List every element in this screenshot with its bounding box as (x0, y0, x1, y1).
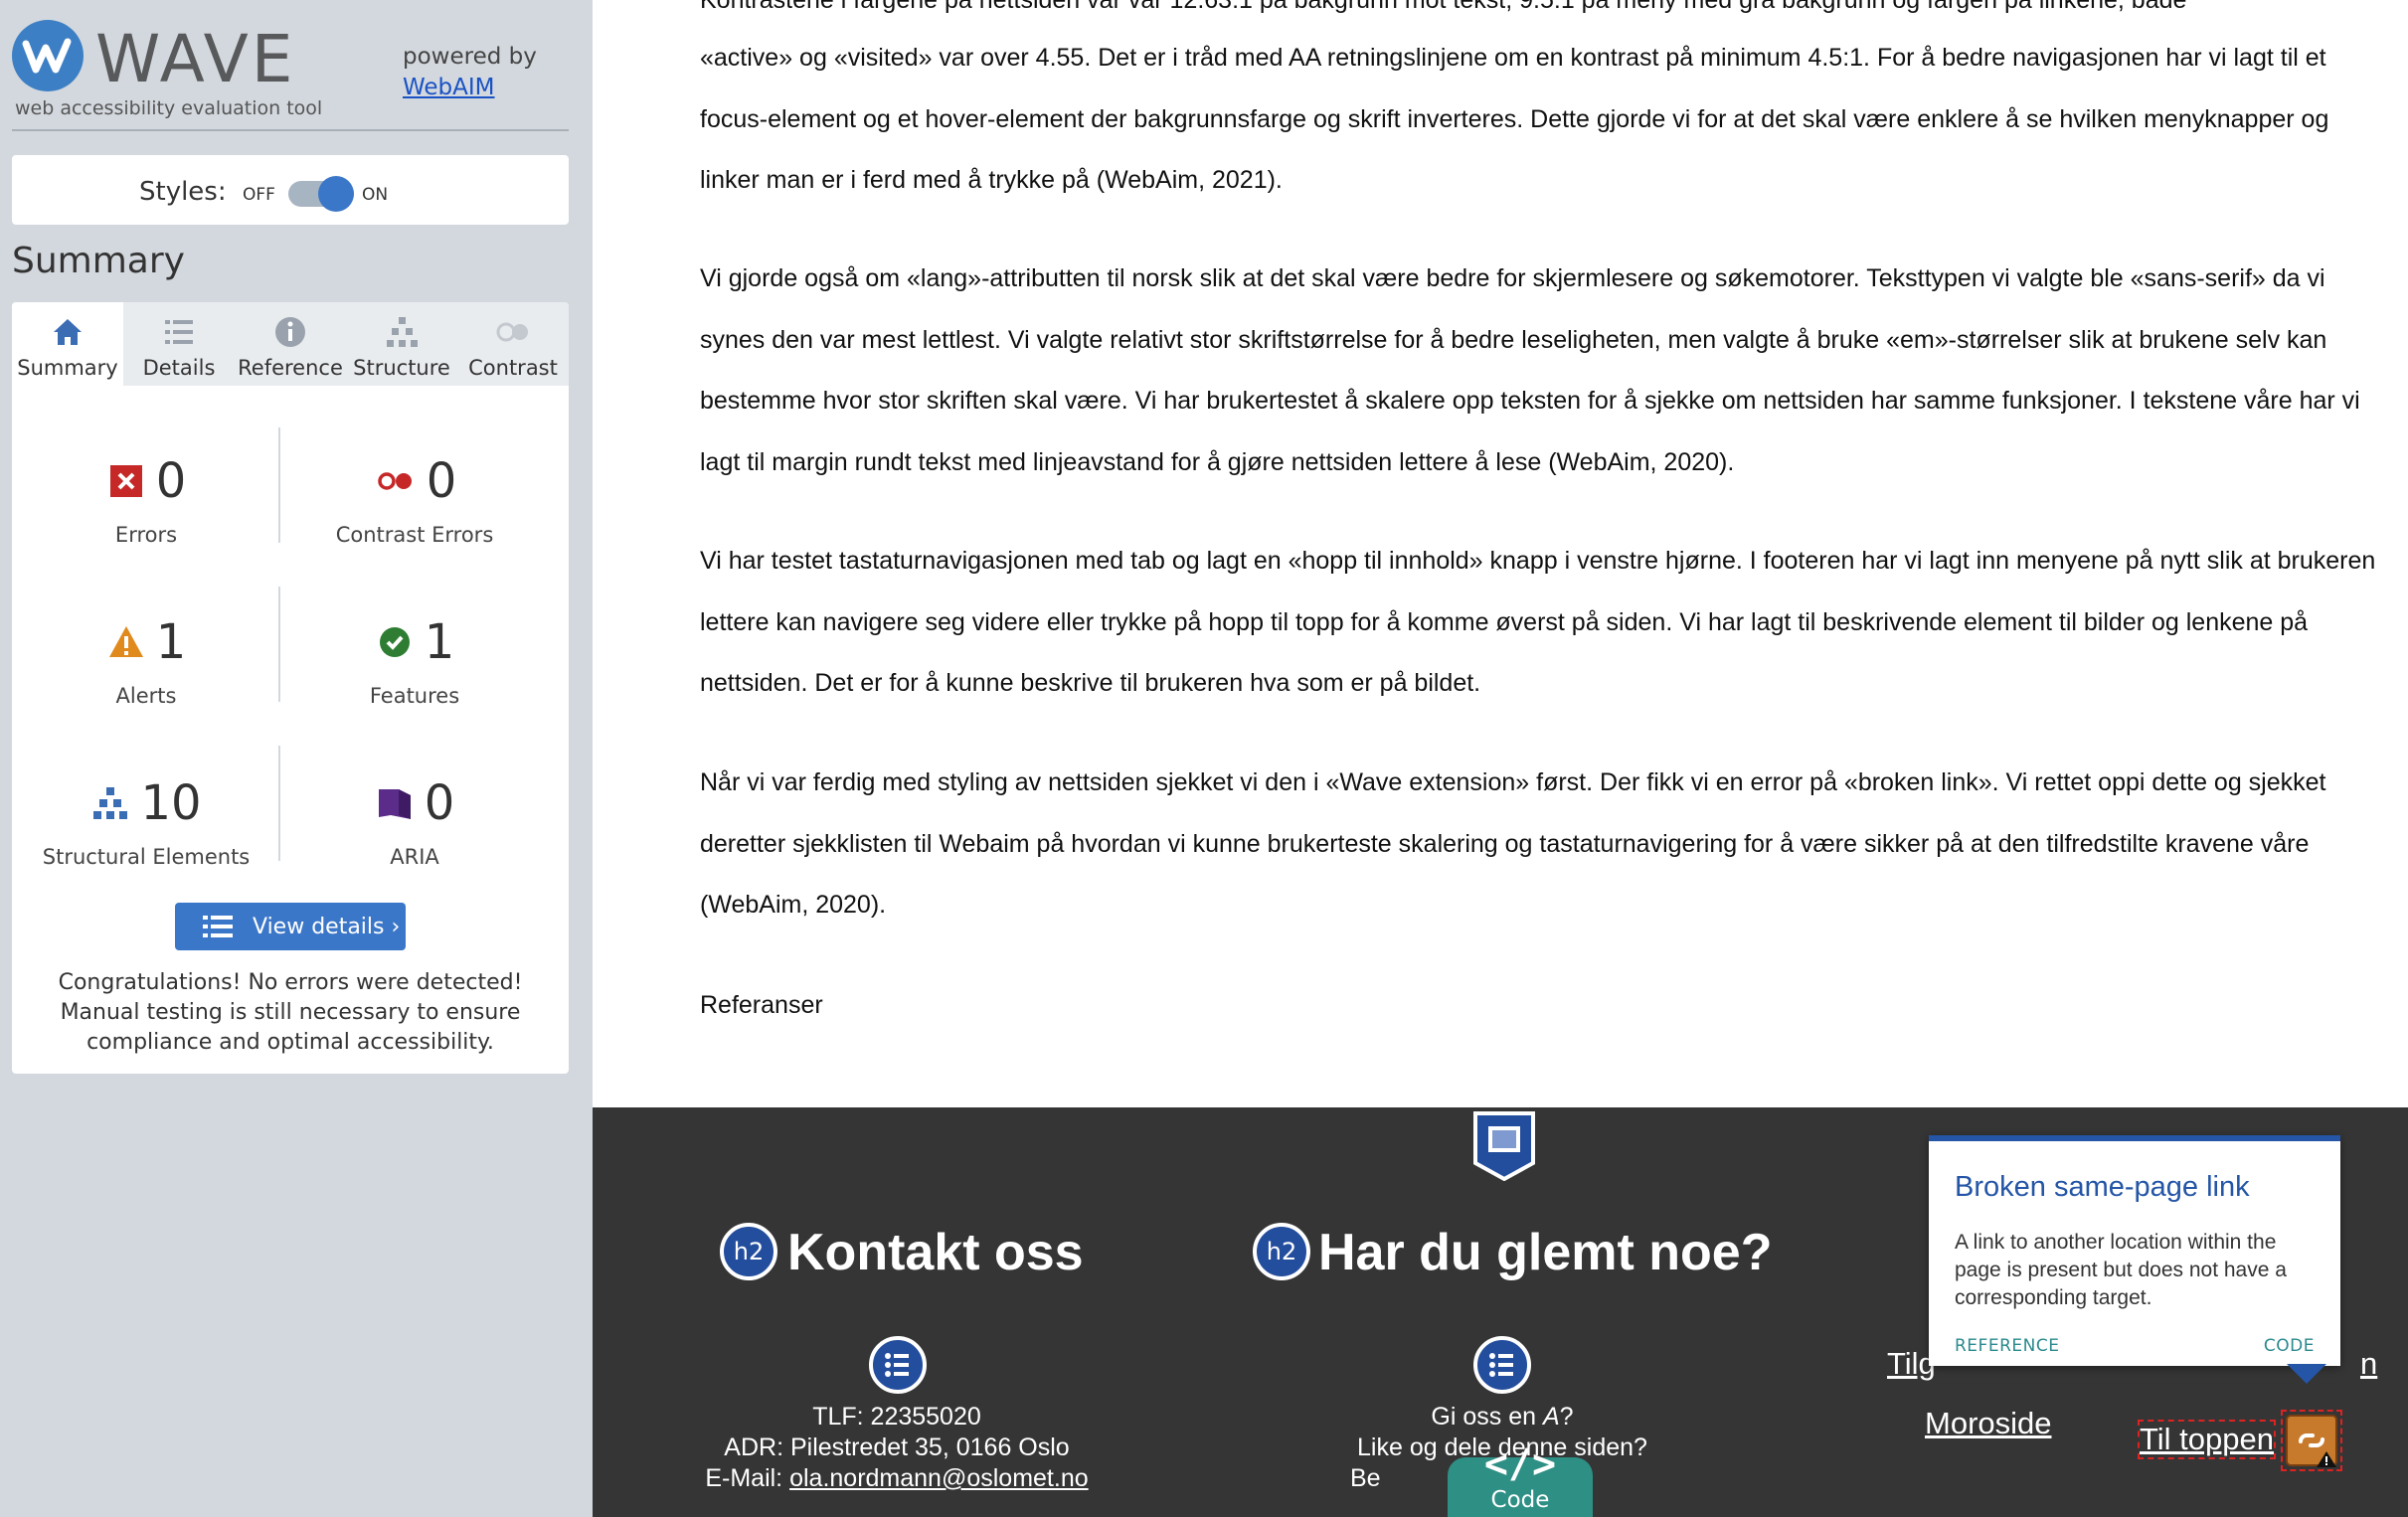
broken-link-tooltip: Broken same-page link A link to another … (1929, 1135, 2340, 1366)
wave-tagline: web accessibility evaluation tool (15, 97, 323, 119)
references-heading: Referanser (700, 991, 823, 1019)
kontakt-heading: Kontakt oss (787, 1224, 1084, 1281)
list-icon (165, 320, 193, 344)
styles-off-label: OFF (243, 185, 275, 205)
view-details-button[interactable]: View details › (175, 903, 406, 950)
info-icon (275, 317, 305, 347)
tab-details[interactable]: Details (123, 302, 235, 386)
errors-count: 0 (155, 453, 187, 509)
tab-contrast[interactable]: Contrast (457, 302, 569, 386)
contact-email-link[interactable]: ola.nordmann@oslomet.no (789, 1464, 1089, 1492)
footer-nav-link-partial-right[interactable]: n (2360, 1346, 2377, 1382)
contact-email-line: E-Mail: ola.nordmann@oslomet.no (626, 1463, 1167, 1494)
tooltip-reference-link[interactable]: REFERENCE (1955, 1336, 2059, 1356)
paragraph-keyboard: Vi har testet tastaturnavigasjonen med t… (700, 547, 2376, 697)
tooltip-code-link[interactable]: CODE (2264, 1336, 2315, 1356)
aria-count: 0 (424, 775, 455, 831)
summary-panel: Summary Details Reference Structure Cont… (12, 302, 569, 1074)
tab-reference-label: Reference (238, 356, 343, 380)
tab-summary[interactable]: Summary (12, 302, 123, 386)
tab-summary-label: Summary (17, 356, 118, 380)
paragraph-wave: Når vi var ferdig med styling av nettsid… (700, 768, 2326, 919)
rate-suffix: ? (1559, 1403, 1574, 1431)
alerts-label: Alerts (115, 684, 177, 708)
paragraph-contrast: «active» og «visited» var over 4.55. Det… (700, 44, 2329, 194)
structure-icon (387, 317, 418, 347)
contact-email-label: E-Mail: (705, 1464, 790, 1492)
styles-on-label: ON (362, 185, 389, 205)
styles-toggle-box: Styles: OFF ON (12, 155, 569, 225)
moroside-link[interactable]: Moroside (1925, 1406, 2052, 1441)
contrast-errors-label: Contrast Errors (335, 523, 494, 547)
tooltip-title: Broken same-page link (1955, 1171, 2250, 1203)
footer-landmark-icon (1473, 1111, 1535, 1181)
h2-badge-icon: h2 (1253, 1223, 1310, 1280)
paragraph-lang: Vi gjorde også om «lang»-attributten til… (700, 264, 2360, 476)
home-icon (54, 319, 82, 345)
code-tab-label: Code (1490, 1487, 1550, 1513)
structural-count: 10 (140, 775, 202, 831)
contrast-errors-count: 0 (426, 453, 457, 509)
list-badge-icon (1473, 1336, 1531, 1394)
wave-header: WAVE web accessibility evaluation tool p… (0, 0, 593, 131)
broken-link-alert-icon[interactable] (2281, 1410, 2342, 1471)
tab-structure[interactable]: Structure (346, 302, 457, 386)
aria-label: ARIA (390, 845, 439, 869)
contrast-icon (496, 322, 528, 342)
summary-heading: Summary (12, 241, 185, 281)
features-label: Features (369, 684, 460, 708)
glemt-heading: Har du glemt noe? (1318, 1224, 1773, 1281)
til-toppen-link[interactable]: Til toppen (2138, 1420, 2276, 1459)
contact-address: ADR: Pilestredet 35, 0166 Oslo (724, 1433, 1070, 1461)
tab-reference[interactable]: Reference (235, 302, 346, 386)
header-divider (12, 129, 569, 131)
tab-structure-label: Structure (353, 356, 450, 380)
wave-logo-icon (12, 20, 84, 91)
rate-prefix: Gi oss en (1431, 1403, 1543, 1431)
webaim-link[interactable]: WebAIM (403, 75, 495, 100)
errors-label: Errors (114, 523, 178, 547)
alerts-count: 1 (155, 614, 187, 670)
contact-info: TLF: 22355020 ADR: Pilestredet 35, 0166 … (626, 1402, 1167, 1494)
page-content: Kontrastene i fargene på nettsiden var v… (593, 0, 2408, 1107)
styles-toggle-knob (318, 176, 354, 212)
tab-contrast-label: Contrast (468, 356, 558, 380)
contrast-error-icon (377, 472, 412, 490)
view-details-label: View details › (253, 915, 401, 939)
styles-toggle-switch[interactable] (288, 176, 354, 212)
alert-icon (108, 626, 143, 657)
structure-icon (93, 787, 128, 819)
rate-line: Gi oss en A? (1308, 1402, 1696, 1433)
styles-label: Styles: (139, 177, 227, 207)
features-count: 1 (424, 614, 455, 670)
contact-phone: TLF: 22355020 (812, 1403, 981, 1431)
panel-tabs: Summary Details Reference Structure Cont… (12, 302, 569, 386)
congrats-message: Congratulations! No errors were detected… (58, 970, 523, 1055)
wave-logo-text: WAVE (95, 21, 296, 97)
tab-details-label: Details (142, 356, 216, 380)
feature-check-icon (379, 627, 410, 657)
list-badge-icon (869, 1336, 927, 1394)
paragraph-contrast-first-line: Kontrastene i fargene på nettsiden var v… (700, 0, 2187, 14)
tooltip-pointer (2287, 1364, 2326, 1384)
powered-by-label: powered by (403, 44, 537, 70)
list-icon (203, 916, 233, 937)
rate-grade: A (1542, 1403, 1560, 1431)
aria-icon (378, 789, 411, 819)
wave-sidebar: WAVE web accessibility evaluation tool p… (0, 0, 593, 1517)
code-icon: </> (1483, 1441, 1557, 1487)
tooltip-description: A link to another location within the pa… (1955, 1231, 2287, 1309)
structural-label: Structural Elements (42, 845, 251, 869)
h2-badge-icon: h2 (720, 1223, 777, 1280)
error-icon (109, 465, 142, 497)
powered-by: powered by WebAIM (403, 42, 537, 103)
code-panel-toggle[interactable]: </> Code (1448, 1441, 1593, 1517)
